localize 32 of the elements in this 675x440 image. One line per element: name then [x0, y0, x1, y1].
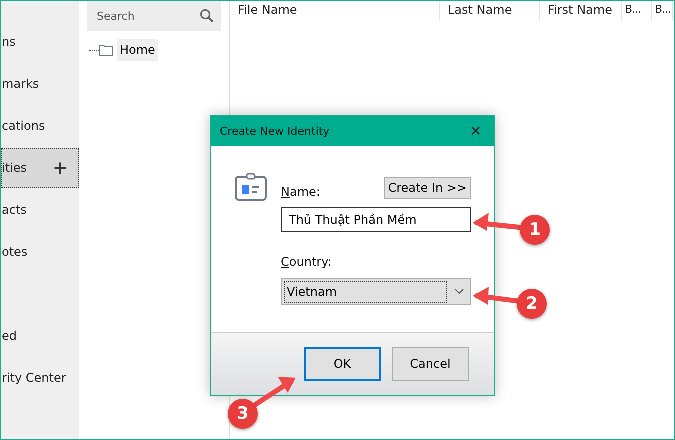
dialog-title: Create New Identity: [220, 124, 330, 138]
sidebar-item[interactable]: cations: [1, 106, 79, 146]
ok-button[interactable]: OK: [304, 347, 381, 381]
sidebar-item[interactable]: marks: [1, 64, 79, 104]
column-header[interactable]: Last Name: [440, 1, 540, 21]
column-header[interactable]: File Name: [230, 1, 440, 21]
folder-icon: [99, 44, 113, 56]
sidebar-item[interactable]: acts: [1, 190, 79, 230]
column-header[interactable]: B...: [622, 1, 652, 21]
search-field[interactable]: Search: [87, 1, 221, 31]
chevron-down-icon: [455, 289, 464, 294]
sidebar-item[interactable]: rity Center: [1, 358, 79, 398]
tree-item[interactable]: Home: [117, 39, 158, 61]
step-badge: 1: [520, 215, 550, 245]
step-badge: 3: [228, 399, 258, 429]
sidebar-item[interactable]: ities +: [1, 148, 79, 188]
create-in-button[interactable]: Create In >>: [384, 177, 471, 199]
cancel-button[interactable]: Cancel: [392, 347, 469, 381]
close-button[interactable]: ✕: [458, 116, 494, 146]
sidebar-item[interactable]: otes: [1, 232, 79, 272]
step-badge: 2: [517, 289, 547, 319]
name-field[interactable]: Thủ Thuật Phần Mềm: [281, 207, 471, 232]
sidebar-item[interactable]: ed: [1, 316, 79, 356]
country-label: Country:: [281, 255, 333, 269]
column-header[interactable]: First Name: [540, 1, 622, 21]
id-card-icon: [235, 173, 267, 201]
name-label: Name:: [281, 185, 320, 199]
search-icon[interactable]: [200, 9, 214, 23]
add-button[interactable]: +: [52, 158, 68, 178]
column-header[interactable]: B...: [652, 1, 673, 21]
sidebar-item[interactable]: ns: [1, 22, 79, 62]
country-dropdown[interactable]: Vietnam: [281, 278, 471, 305]
